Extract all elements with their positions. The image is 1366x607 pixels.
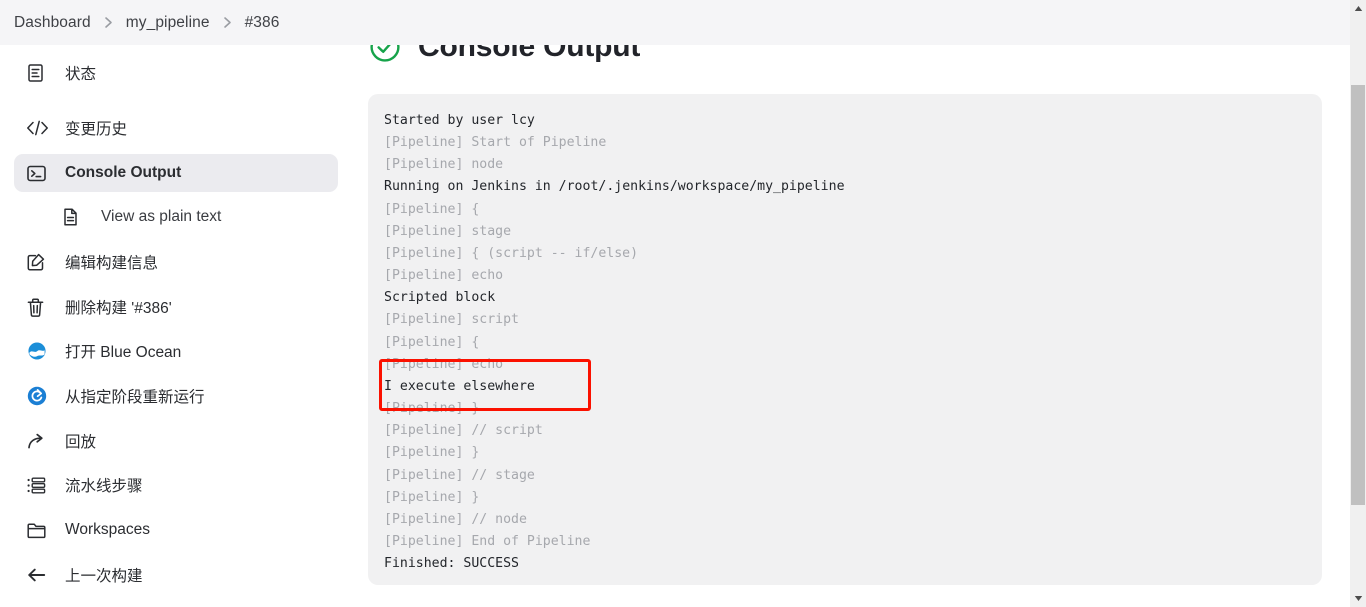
pipeline-steps-icon: [26, 474, 52, 496]
sidebar-item-restart-from-stage[interactable]: 从指定阶段重新运行: [14, 377, 338, 415]
console-line: [Pipeline] node: [384, 154, 1304, 176]
replay-arrow-icon: [26, 430, 52, 452]
console-link[interactable]: Jenkins: [471, 179, 527, 194]
console-line: [Pipeline] echo: [384, 265, 1304, 287]
edit-square-icon: [26, 251, 52, 273]
sidebar-item-open-blue-ocean[interactable]: 打开 Blue Ocean: [14, 332, 338, 370]
sidebar-item-previous-build[interactable]: 上一次构建: [14, 556, 338, 594]
console-line: [Pipeline] }: [384, 442, 1304, 464]
sidebar-item-label: 状态: [65, 62, 96, 84]
console-line: [Pipeline] script: [384, 309, 1304, 331]
sidebar-item-replay[interactable]: 回放: [14, 422, 338, 460]
arrow-left-icon: [26, 564, 52, 586]
restart-stage-icon: [26, 385, 52, 407]
console-line: [Pipeline] End of Pipeline: [384, 531, 1304, 553]
console-line: [Pipeline] }: [384, 487, 1304, 509]
sidebar-item-status[interactable]: 状态: [14, 54, 338, 92]
sidebar-item-label: Workspaces: [65, 521, 150, 539]
sidebar-item-pipeline-steps[interactable]: 流水线步骤: [14, 466, 338, 504]
chevron-right-icon: [104, 16, 113, 29]
sidebar-item-edit-build-information[interactable]: 编辑构建信息: [14, 243, 338, 281]
console-line: [Pipeline] Start of Pipeline: [384, 132, 1304, 154]
sidebar-item-label: View as plain text: [101, 208, 221, 226]
document-icon: [62, 206, 88, 228]
jenkins-console-page: Dashboard my_pipeline #386 状态: [0, 0, 1366, 607]
console-line: [Pipeline] { (script -- if/else): [384, 243, 1304, 265]
console-line: I execute elsewhere: [384, 376, 1304, 398]
chevron-right-icon-2: [223, 16, 232, 29]
sidebar-item-workspaces[interactable]: Workspaces: [14, 511, 338, 549]
page-scrollbar[interactable]: [1350, 0, 1366, 607]
sidebar: 状态 变更历史 Console Output: [0, 45, 352, 607]
breadcrumb-item-build[interactable]: #386: [245, 14, 280, 32]
folder-icon: [26, 519, 52, 541]
scrollbar-down-arrow-icon[interactable]: [1350, 590, 1366, 607]
console-line: [Pipeline] // node: [384, 509, 1304, 531]
console-log: Started by user lcy[Pipeline] Start of P…: [384, 110, 1304, 575]
sidebar-item-label: 流水线步骤: [65, 474, 143, 496]
sidebar-item-label: 回放: [65, 430, 96, 452]
main-content: Console Output Started by user lcy[Pipel…: [352, 0, 1350, 607]
console-line: [Pipeline] {: [384, 199, 1304, 221]
blue-ocean-icon: [26, 340, 52, 362]
console-line: [Pipeline] }: [384, 398, 1304, 420]
sidebar-item-label: 上一次构建: [65, 564, 143, 586]
sidebar-item-label: 从指定阶段重新运行: [65, 385, 205, 407]
sidebar-item-delete-build[interactable]: 删除构建 '#386': [14, 288, 338, 326]
console-line: Running on Jenkins in /root/.jenkins/wor…: [384, 176, 1304, 198]
sidebar-item-changes[interactable]: 变更历史: [14, 109, 338, 147]
code-brackets-icon: [26, 117, 52, 139]
sidebar-item-label: 删除构建 '#386': [65, 296, 172, 318]
console-link[interactable]: lcy: [511, 113, 535, 128]
console-line: Started by user lcy: [384, 110, 1304, 132]
breadcrumb-item-pipeline[interactable]: my_pipeline: [126, 14, 210, 32]
breadcrumb: Dashboard my_pipeline #386: [0, 0, 1350, 45]
console-output-panel[interactable]: Started by user lcy[Pipeline] Start of P…: [368, 94, 1322, 585]
terminal-icon: [26, 162, 52, 184]
console-line: [Pipeline] stage: [384, 221, 1304, 243]
sidebar-item-view-as-plain-text[interactable]: View as plain text: [14, 198, 338, 236]
scrollbar-up-arrow-icon[interactable]: [1350, 0, 1366, 17]
console-line: Finished: SUCCESS: [384, 553, 1304, 575]
console-line: [Pipeline] // stage: [384, 465, 1304, 487]
console-line: [Pipeline] {: [384, 332, 1304, 354]
breadcrumb-item-dashboard[interactable]: Dashboard: [14, 14, 91, 32]
trash-icon: [26, 296, 52, 318]
sidebar-item-label: 变更历史: [65, 117, 127, 139]
sidebar-item-label: 打开 Blue Ocean: [65, 340, 181, 362]
sidebar-item-label: Console Output: [65, 164, 181, 182]
scrollbar-thumb[interactable]: [1351, 85, 1365, 505]
sidebar-item-console-output[interactable]: Console Output: [14, 154, 338, 192]
console-line: [Pipeline] // script: [384, 420, 1304, 442]
status-clipboard-icon: [26, 62, 52, 84]
console-line: Scripted block: [384, 287, 1304, 309]
sidebar-item-label: 编辑构建信息: [65, 251, 158, 273]
console-line: [Pipeline] echo: [384, 354, 1304, 376]
